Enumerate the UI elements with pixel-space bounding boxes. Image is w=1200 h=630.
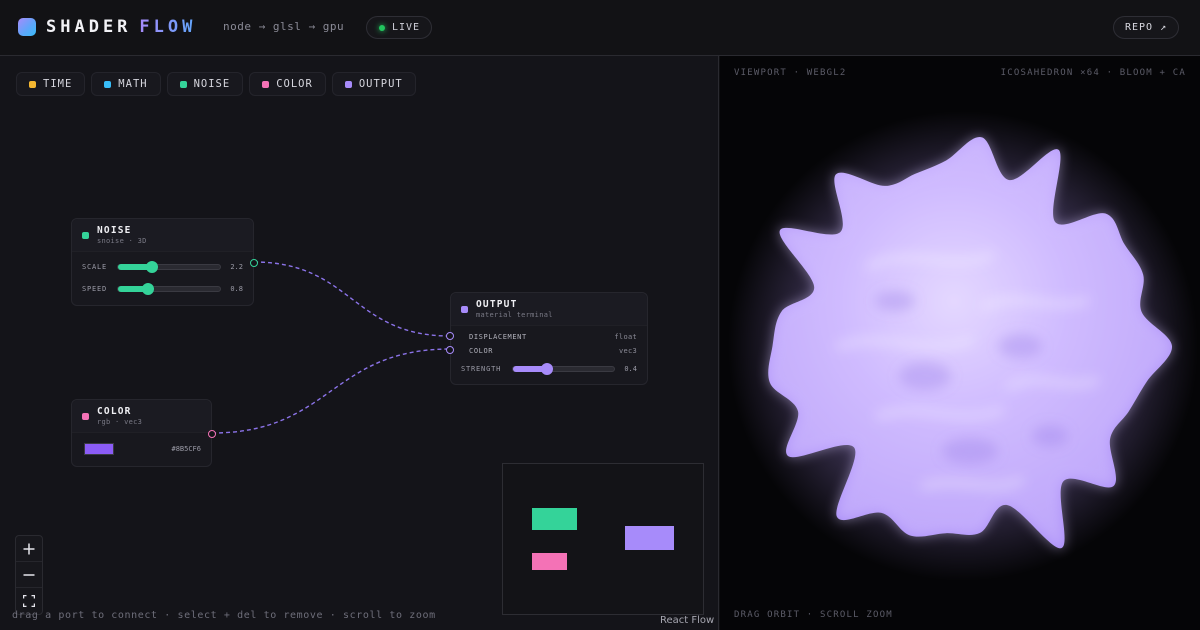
- zoom-controls: [15, 535, 43, 615]
- param-label: SPEED: [82, 285, 108, 293]
- node-subtitle: rgb · vec3: [97, 418, 143, 426]
- displaced-icosahedron[interactable]: [720, 56, 1200, 630]
- react-flow-attribution[interactable]: React Flow: [660, 615, 714, 626]
- slider-thumb[interactable]: [541, 363, 554, 375]
- param-label: STRENGTH: [461, 365, 502, 373]
- controls-hint: DRAG ORBIT · SCROLL ZOOM: [734, 610, 893, 620]
- brand-accent: FLOW: [139, 17, 197, 37]
- brand-primary: SHADER: [46, 17, 132, 37]
- param-label: SCALE: [82, 263, 108, 271]
- strength-param: STRENGTH 0.4: [461, 362, 637, 376]
- edge-noise-to-displacement[interactable]: [253, 261, 451, 337]
- param-value: 2.2: [230, 263, 243, 271]
- node-title: COLOR: [97, 406, 132, 417]
- speed-slider[interactable]: [117, 283, 221, 295]
- geometry-label: ICOSAHEDRON ×64 · BLOOM + CA: [1000, 68, 1186, 78]
- logo-icon: [18, 18, 36, 36]
- 3d-viewport[interactable]: VIEWPORT · WEBGL2 ICOSAHEDRON ×64 · BLOO…: [720, 56, 1200, 630]
- displacement-input-port[interactable]: [446, 332, 454, 340]
- noise-node[interactable]: NOISE snoise · 3D SCALE 2.2 SPEED 0.8: [71, 218, 258, 306]
- node-editor-canvas[interactable]: TIME MATH NOISE COLOR OUTPUT NOISE snois…: [0, 56, 719, 630]
- minimap-noise-node: [532, 508, 577, 530]
- input-type: float: [614, 333, 637, 341]
- fit-view-icon: [23, 595, 35, 607]
- node-header[interactable]: COLOR rgb · vec3: [72, 400, 211, 433]
- color-swatch[interactable]: [84, 443, 114, 455]
- node-title: NOISE: [97, 225, 132, 236]
- edge-color-to-color[interactable]: [211, 348, 451, 434]
- noise-dot-icon: [82, 232, 89, 239]
- node-header[interactable]: OUTPUT material terminal: [451, 293, 647, 326]
- live-label: LIVE: [392, 22, 421, 33]
- speed-param: SPEED 0.8: [82, 282, 243, 296]
- displacement-input-row: DISPLACEMENT float: [469, 331, 637, 343]
- minimap-output-node: [625, 526, 674, 550]
- scale-param: SCALE 2.2: [82, 260, 243, 274]
- color-dot-icon: [82, 413, 89, 420]
- minimap-color-node: [532, 553, 567, 570]
- minimap[interactable]: [502, 463, 704, 615]
- zoom-in-button[interactable]: [16, 536, 42, 562]
- slider-thumb[interactable]: [141, 283, 154, 295]
- color-node[interactable]: COLOR rgb · vec3 #8B5CF6: [71, 399, 216, 467]
- viewport-label: VIEWPORT · WEBGL2: [734, 68, 847, 78]
- input-label: DISPLACEMENT: [469, 333, 527, 341]
- live-status-badge: LIVE: [366, 16, 433, 39]
- input-type: vec3: [618, 347, 637, 355]
- noise-output-port[interactable]: [250, 259, 258, 267]
- interaction-hint: drag a port to connect · select + del to…: [12, 610, 436, 621]
- output-dot-icon: [461, 306, 468, 313]
- color-output-port[interactable]: [208, 430, 216, 438]
- color-input-row: COLOR vec3: [469, 345, 637, 357]
- color-input-port[interactable]: [446, 346, 454, 354]
- param-value: 0.4: [624, 365, 637, 373]
- slider-thumb[interactable]: [145, 261, 158, 273]
- color-hex-value: #8B5CF6: [171, 445, 201, 453]
- repo-button[interactable]: REPO ↗: [1113, 16, 1180, 39]
- param-value: 0.8: [230, 285, 243, 293]
- output-node[interactable]: OUTPUT material terminal DISPLACEMENT fl…: [446, 292, 648, 385]
- node-subtitle: material terminal: [476, 311, 553, 319]
- minus-icon: [23, 573, 35, 576]
- live-indicator-icon: [379, 24, 385, 31]
- brand-title: SHADER FLOW: [46, 16, 196, 38]
- node-title: OUTPUT: [476, 299, 518, 310]
- node-subtitle: snoise · 3D: [97, 237, 147, 245]
- scale-slider[interactable]: [117, 261, 221, 273]
- input-label: COLOR: [469, 347, 494, 355]
- tagline: node → glsl → gpu: [223, 20, 345, 33]
- top-bar: SHADER FLOW node → glsl → gpu LIVE REPO ↗: [0, 0, 1200, 56]
- zoom-out-button[interactable]: [16, 562, 42, 588]
- node-header[interactable]: NOISE snoise · 3D: [72, 219, 253, 252]
- strength-slider[interactable]: [512, 363, 615, 375]
- plus-icon: [23, 543, 35, 554]
